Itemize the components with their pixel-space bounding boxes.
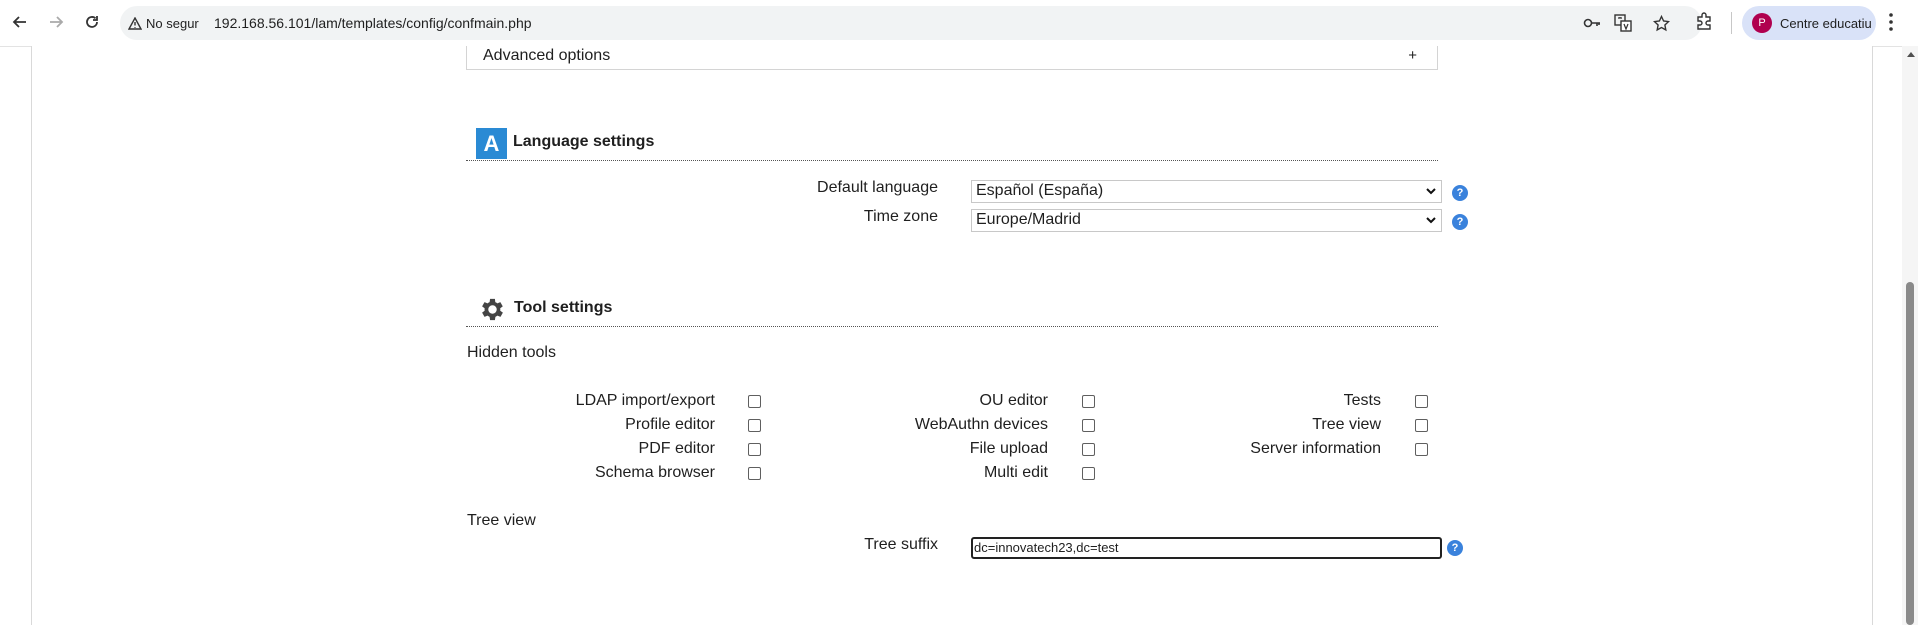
tests-checkbox[interactable] [1415, 395, 1428, 408]
ou-editor-checkbox[interactable] [1082, 395, 1095, 408]
webauthn-devices-label: WebAuthn devices [914, 416, 1048, 433]
reload-button[interactable] [80, 10, 104, 34]
profile-button[interactable]: P Centre educatiu [1742, 6, 1876, 40]
toolbar-divider [1731, 12, 1732, 34]
webauthn-devices-checkbox[interactable] [1082, 419, 1095, 432]
tree-suffix-help-icon[interactable]: ? [1447, 540, 1463, 556]
file-upload-label: File upload [969, 440, 1048, 457]
schema-browser-checkbox[interactable] [748, 467, 761, 480]
file-upload-checkbox[interactable] [1082, 443, 1095, 456]
time-zone-select[interactable]: Europe/Madrid [971, 209, 1442, 232]
expand-toggle[interactable]: + [1408, 47, 1417, 64]
extensions-icon[interactable] [1695, 12, 1713, 35]
back-button[interactable] [8, 10, 32, 34]
scrollbar-thumb[interactable] [1906, 282, 1914, 625]
ldap-import-export-label: LDAP import/export [575, 392, 715, 409]
language-settings-header: A Language settings [466, 126, 1438, 161]
advanced-options-panel[interactable]: Advanced options + [466, 46, 1438, 70]
bookmark-star-icon[interactable] [1652, 14, 1670, 32]
advanced-options-label: Advanced options [483, 47, 611, 64]
forward-arrow-icon [50, 16, 64, 28]
tests-label: Tests [1343, 392, 1381, 409]
security-chip[interactable]: No segur [128, 14, 199, 32]
time-zone-label: Time zone [863, 208, 938, 225]
language-settings-title: Language settings [513, 133, 655, 150]
forward-button[interactable] [44, 10, 68, 34]
time-zone-help-icon[interactable]: ? [1452, 214, 1468, 230]
address-bar[interactable]: No segur 192.168.56.101/lam/templates/co… [120, 6, 1702, 40]
tree-view-checkbox[interactable] [1415, 419, 1428, 432]
pdf-editor-checkbox[interactable] [748, 443, 761, 456]
default-language-select[interactable]: Español (España) [971, 180, 1442, 203]
chevron-down-icon [1426, 188, 1436, 195]
tree-suffix-value: dc=innovatech23,dc=test [974, 540, 1119, 555]
tree-suffix-input[interactable]: dc=innovatech23,dc=test [971, 537, 1442, 559]
tool-settings-title: Tool settings [514, 299, 613, 316]
pdf-editor-label: PDF editor [638, 440, 715, 457]
security-label: No segur [146, 15, 199, 31]
ou-editor-label: OU editor [979, 392, 1048, 409]
time-zone-value: Europe/Madrid [976, 211, 1081, 228]
schema-browser-label: Schema browser [594, 464, 715, 481]
password-key-icon[interactable] [1583, 14, 1601, 32]
scroll-up-arrow-icon[interactable] [1907, 52, 1915, 57]
ldap-import-export-checkbox[interactable] [748, 395, 761, 408]
chevron-down-icon [1426, 217, 1436, 224]
multi-edit-checkbox[interactable] [1082, 467, 1095, 480]
reload-icon [86, 16, 98, 28]
default-language-label: Default language [817, 179, 938, 196]
translate-icon[interactable] [1614, 14, 1632, 32]
kebab-menu-icon[interactable] [1888, 12, 1894, 37]
language-icon: A [476, 128, 507, 159]
default-language-help-icon[interactable]: ? [1452, 185, 1468, 201]
default-language-value: Español (España) [976, 182, 1104, 199]
url-text[interactable]: 192.168.56.101/lam/templates/config/conf… [214, 15, 532, 31]
profile-name: Centre educatiu [1780, 15, 1872, 31]
warning-icon [128, 16, 142, 30]
tree-suffix-label: Tree suffix [864, 536, 938, 553]
gear-icon [482, 298, 503, 321]
tree-view-tool-label: Tree view [1312, 416, 1381, 433]
back-arrow-icon [12, 16, 26, 28]
tool-settings-header: Tool settings [466, 291, 1438, 327]
profile-editor-label: Profile editor [625, 416, 715, 433]
multi-edit-label: Multi edit [983, 464, 1048, 481]
hidden-tools-heading: Hidden tools [467, 344, 556, 361]
profile-editor-checkbox[interactable] [748, 419, 761, 432]
tree-view-heading: Tree view [467, 512, 536, 529]
server-information-checkbox[interactable] [1415, 443, 1428, 456]
avatar: P [1752, 13, 1772, 33]
browser-toolbar: No segur 192.168.56.101/lam/templates/co… [0, 0, 1918, 47]
server-information-label: Server information [1250, 440, 1381, 457]
